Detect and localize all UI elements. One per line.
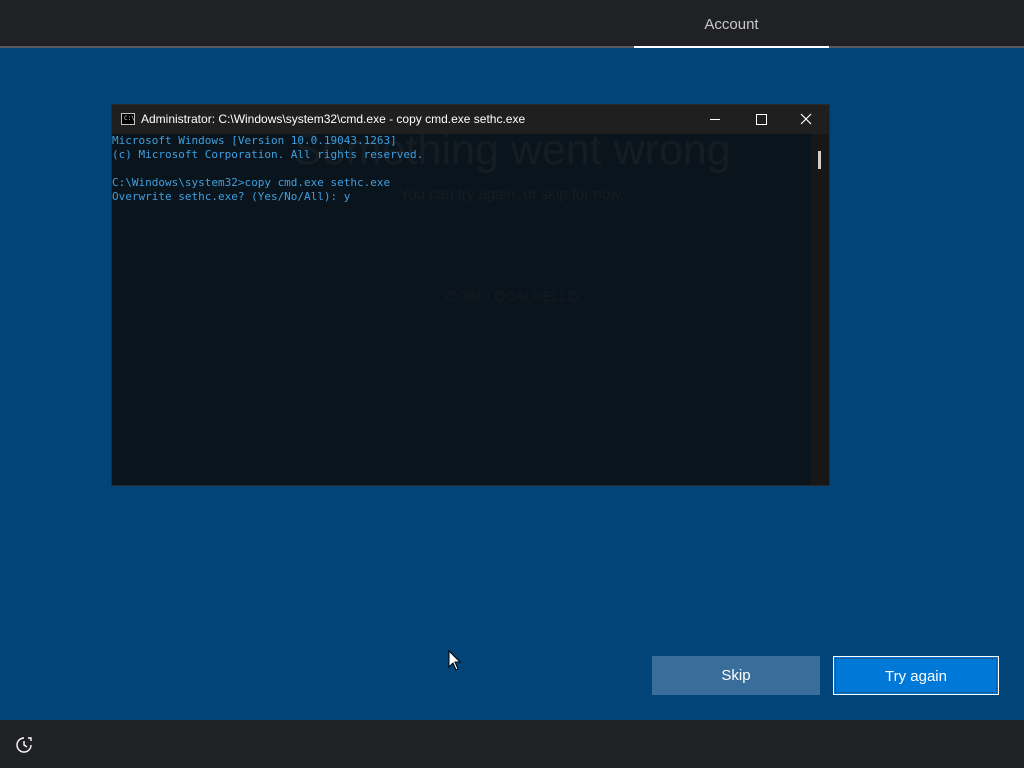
minimize-button[interactable] [692,105,738,134]
ease-of-access-icon[interactable] [15,736,33,754]
oobe-screen: Account Something went wrong You can try… [0,0,1024,768]
skip-button[interactable]: Skip [652,656,820,695]
maximize-icon [756,114,767,125]
minimize-icon [710,119,720,120]
maximize-button[interactable] [738,105,784,134]
cmd-scrollbar[interactable] [811,134,829,485]
cmd-icon: C:\ [121,113,135,125]
cmd-titlebar[interactable]: C:\ Administrator: C:\Windows\system32\c… [112,105,829,134]
scrollbar-thumb[interactable] [818,151,821,169]
bottom-bar [0,720,1024,768]
cmd-console-output[interactable]: Microsoft Windows [Version 10.0.19043.12… [112,134,811,485]
close-icon [800,113,812,125]
console-line: Microsoft Windows [Version 10.0.19043.12… [112,134,397,147]
console-line: C:\Windows\system32>copy cmd.exe sethc.e… [112,176,391,189]
console-line: Overwrite sethc.exe? (Yes/No/All): y [112,190,351,203]
mouse-cursor-icon [448,650,462,671]
top-bar: Account [0,0,1024,48]
close-button[interactable] [783,105,829,134]
cmd-window[interactable]: C:\ Administrator: C:\Windows\system32\c… [112,105,829,485]
cmd-window-title: Administrator: C:\Windows\system32\cmd.e… [141,112,526,126]
console-line: (c) Microsoft Corporation. All rights re… [112,148,424,161]
try-again-button[interactable]: Try again [833,656,999,695]
tab-account[interactable]: Account [634,0,829,48]
